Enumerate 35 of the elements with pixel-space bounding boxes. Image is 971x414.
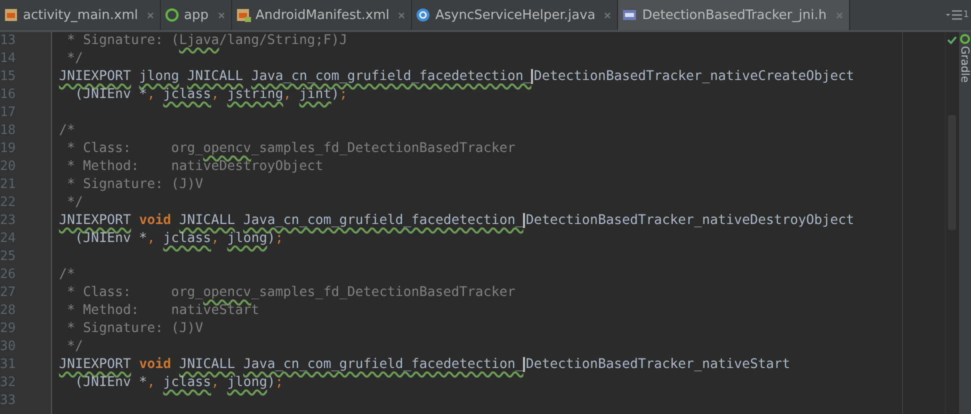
code-line: * Signature: (J)V (66, 321, 204, 336)
tab-list-icon[interactable] (946, 10, 962, 20)
code-line: /* (59, 123, 76, 138)
code-line: JNIEXPORT jlong JNICALL Java_cn_com_grufield_facedetection_ DetectionBasedTracker_nativeCreateObject (59, 69, 854, 84)
close-icon[interactable] (836, 12, 843, 18)
code-line: (JNIEnv *, jclass, jstring, jint); (74, 87, 348, 102)
close-icon[interactable] (218, 12, 224, 18)
xml-file-icon (4, 8, 18, 22)
code-line: * Class: org_opencv_samples_fd_DetectionBasedTracker (66, 141, 516, 156)
manifest-file-icon (236, 8, 250, 22)
code-line: * Method: nativeStart (66, 303, 260, 318)
tab-count: 1 (963, 10, 969, 20)
code-line: JNIEXPORT void JNICALL Java_cn_com_grufield_facedetection_ DetectionBasedTracker_nativeDestroyObject (59, 213, 854, 228)
module-icon (165, 8, 180, 22)
code-line: * Method: nativeDestroyObject (66, 159, 324, 174)
code-line: (JNIEnv *, jclass, jlong); (74, 375, 284, 390)
code-line: JNIEXPORT void JNICALL Java_cn_com_grufield_facedetection_ DetectionBasedTracker_nativeStart (59, 357, 790, 372)
code-line: * Signature: (J)V (66, 177, 204, 192)
cpp-file-icon (622, 8, 638, 22)
close-icon[interactable] (398, 12, 406, 18)
gradle-tool-button[interactable]: Gradle (959, 34, 971, 83)
code-line: */ (66, 339, 84, 354)
close-icon[interactable] (147, 12, 154, 18)
code-line: (JNIEnv *, jclass, jlong); (74, 231, 284, 246)
check-icon (947, 36, 957, 45)
gradle-icon (960, 34, 970, 44)
code-line: /* (59, 267, 76, 282)
editor-tab[interactable]: DetectionBasedTracker_jni.h (618, 0, 850, 30)
code-line: * Signature: (Ljava/lang/String;F)J (66, 33, 348, 48)
code-line: */ (66, 195, 84, 210)
close-icon[interactable] (604, 12, 612, 18)
class-icon (416, 8, 430, 22)
code-line: */ (66, 51, 84, 66)
editor-tab[interactable]: AndroidManifest.xml (232, 0, 412, 30)
code-line: * Class: org_opencv_samples_fd_DetectionBasedTracker (66, 285, 516, 300)
